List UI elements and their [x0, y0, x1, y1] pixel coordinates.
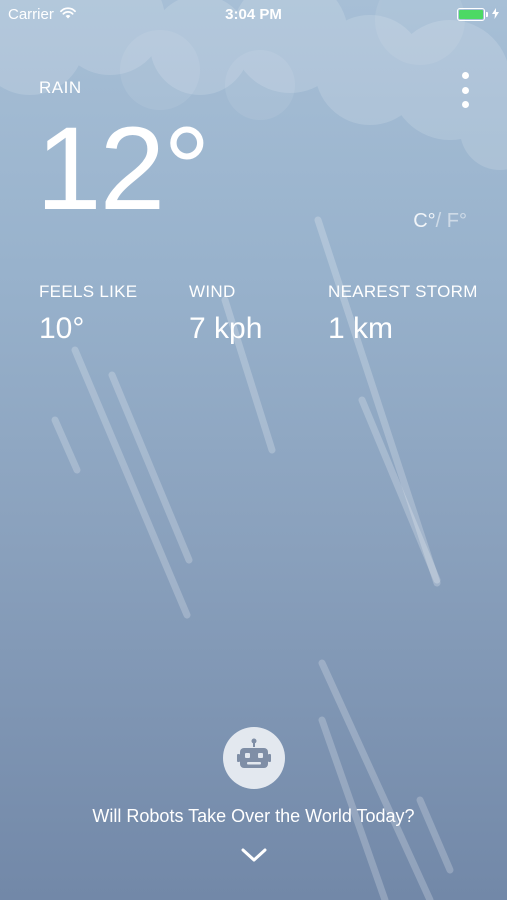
battery-tip	[486, 12, 488, 17]
temperature-value: 12°	[36, 103, 210, 235]
unit-fahrenheit-button[interactable]: F°	[447, 210, 467, 232]
status-bar: Carrier 3:04 PM	[0, 0, 507, 28]
robot-icon	[237, 738, 271, 779]
battery-fill	[459, 10, 483, 19]
robot-button[interactable]	[223, 727, 285, 789]
metric-value: 10°	[39, 312, 85, 345]
metric-value: 1 km	[328, 312, 394, 345]
unit-toggle: C°/ F°	[413, 210, 467, 233]
status-time: 3:04 PM	[225, 6, 282, 23]
chevron-down-icon[interactable]	[240, 846, 268, 864]
metric-feels-like: FEELS LIKE 10°	[39, 282, 137, 346]
more-vertical-icon[interactable]	[458, 72, 472, 108]
robot-question: Will Robots Take Over the World Today?	[92, 806, 415, 826]
menu-dot	[461, 72, 469, 79]
status-right	[457, 6, 499, 23]
menu-dot	[461, 101, 469, 108]
metric-value: 7 kph	[189, 312, 263, 345]
metric-label: WIND	[189, 282, 236, 301]
menu-dot	[461, 86, 469, 94]
bolt-icon	[492, 6, 499, 23]
metric-wind: WIND 7 kph	[189, 282, 262, 346]
condition-label: RAIN	[39, 78, 82, 97]
metric-label: NEAREST STORM	[328, 282, 478, 301]
unit-celsius-button[interactable]: C°	[413, 210, 435, 232]
metric-label: FEELS LIKE	[39, 282, 138, 301]
battery-icon	[457, 8, 485, 21]
unit-separator: /	[435, 210, 442, 232]
metric-nearest-storm: NEAREST STORM 1 km	[328, 282, 478, 346]
